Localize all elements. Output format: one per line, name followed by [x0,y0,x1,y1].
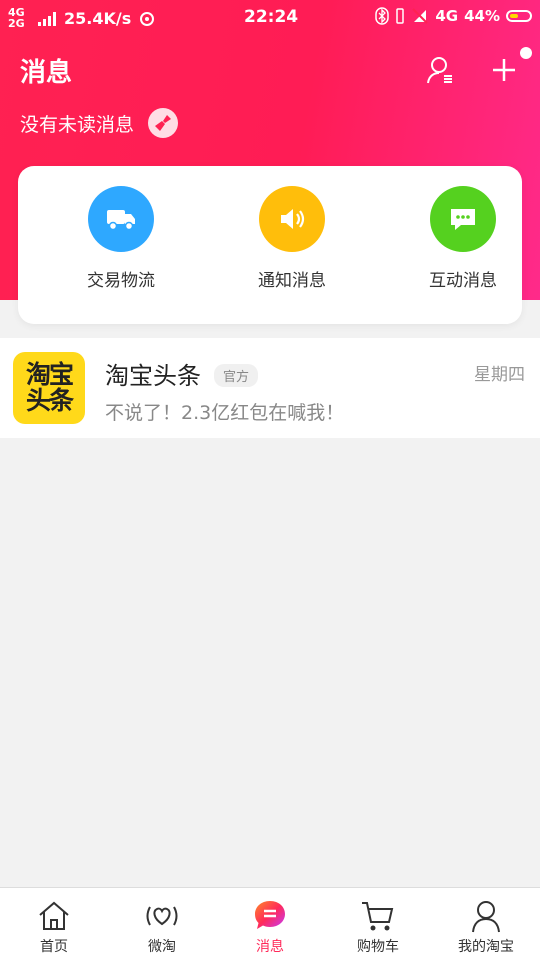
official-badge: 官方 [214,364,259,387]
speaker-icon [259,186,325,252]
status-bar: 4G 2G 25.4K/s 22:24 4G 44% [0,0,540,34]
signal-icon [38,10,56,26]
home-icon [39,901,69,930]
cart-icon [362,902,394,931]
tab-home[interactable]: 首页 [0,888,108,961]
chat-bubble-icon [430,186,496,252]
person-icon [472,901,500,933]
mute-icon [412,8,429,24]
category-transaction-logistics[interactable]: 交易物流 [61,186,181,291]
message-categories-card: 交易物流 通知消息 互动消息 [18,166,522,324]
tab-my-taobao[interactable]: 我的淘宝 [432,888,540,961]
broom-icon [155,115,172,131]
category-label: 互动消息 [429,271,497,291]
data-saver-icon [140,12,155,26]
heart-wave-icon [146,906,178,926]
vibrate-icon [396,8,405,24]
list-item[interactable]: 淘宝 头条 淘宝头条 官方 星期四 不说了！2.3亿红包在喊我！ [0,338,540,438]
add-icon[interactable] [488,54,520,86]
notification-dot [520,47,532,59]
network-type-labels: 4G 2G [8,6,25,30]
page-title: 消息 [20,58,73,88]
conversation-preview: 不说了！2.3亿红包在喊我！ [105,402,345,424]
tab-cart[interactable]: 购物车 [324,888,432,961]
bottom-tab-bar: 首页 微淘 消息 购物车 我的淘宝 [0,887,540,961]
category-label: 通知消息 [258,271,326,291]
bluetooth-icon [375,7,390,25]
battery-percent: 44% [464,7,500,25]
network-speed: 25.4K/s [64,8,132,28]
category-notifications[interactable]: 通知消息 [232,186,352,291]
unread-status-text: 没有未读消息 [20,113,135,136]
category-label: 交易物流 [87,271,155,291]
network-indicator: 4G [435,7,459,25]
truck-icon [88,186,154,252]
battery-icon [506,10,532,22]
category-interactions[interactable]: 互动消息 [403,186,523,291]
status-time: 22:24 [244,7,299,27]
tab-messages[interactable]: 消息 [216,888,324,961]
taobao-headlines-logo: 淘宝 头条 [13,352,85,424]
clear-unread-button[interactable] [148,108,179,138]
conversation-date: 星期四 [474,365,525,385]
message-icon [255,901,285,929]
unread-status: 没有未读消息 [20,108,179,138]
tab-weitao[interactable]: 微淘 [108,888,216,961]
contacts-icon[interactable] [425,54,457,86]
conversation-name: 淘宝头条 [105,362,201,390]
